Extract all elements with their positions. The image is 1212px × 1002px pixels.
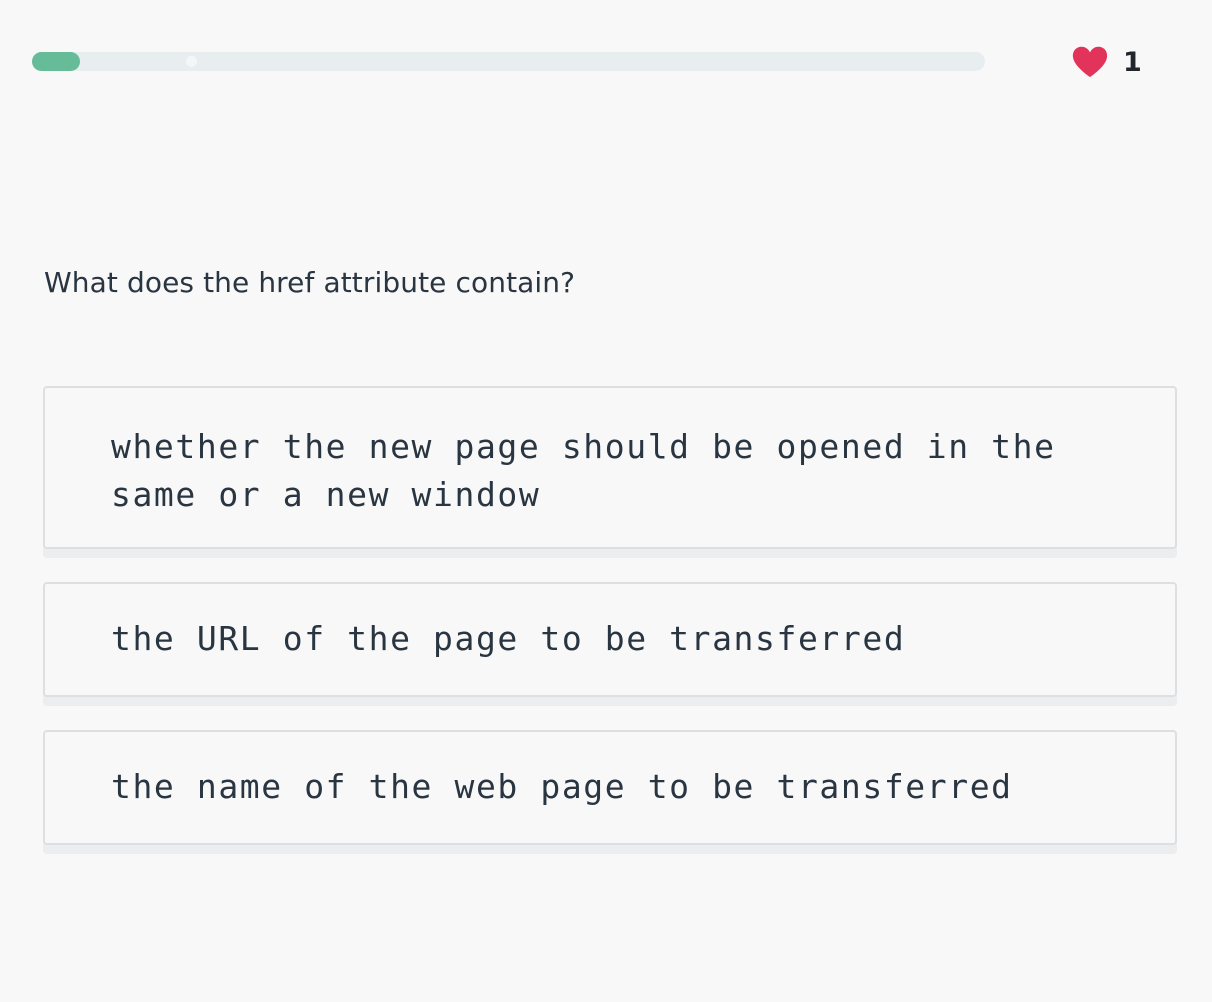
top-bar: 1 (0, 0, 1212, 120)
progress-marker (186, 56, 197, 67)
answer-option-1[interactable]: whether the new page should be opened in… (43, 386, 1177, 549)
lives-indicator: 1 (1072, 44, 1142, 80)
answer-option-2-text: the URL of the page to be transferred (111, 619, 906, 658)
progress-bar (32, 52, 985, 71)
answer-option-3-text: the name of the web page to be transferr… (111, 767, 1013, 806)
lives-count: 1 (1123, 46, 1142, 78)
heart-icon (1072, 46, 1108, 78)
quiz-page: 1 What does the href attribute contain? … (0, 0, 1212, 1002)
answer-option-1-text: whether the new page should be opened in… (111, 427, 1056, 514)
question-text: What does the href attribute contain? (44, 266, 576, 299)
answer-option-3[interactable]: the name of the web page to be transferr… (43, 730, 1177, 845)
answer-options: whether the new page should be opened in… (43, 386, 1177, 845)
progress-fill (32, 52, 80, 71)
answer-option-2[interactable]: the URL of the page to be transferred (43, 582, 1177, 697)
